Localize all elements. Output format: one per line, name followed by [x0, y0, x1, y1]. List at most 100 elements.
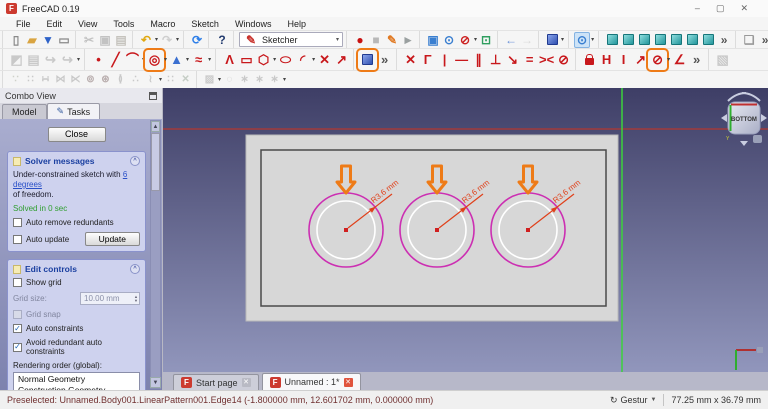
constraints-overflow-chevron[interactable]: »	[688, 51, 705, 69]
draw-style-icon-caret[interactable]: ▾	[474, 36, 477, 43]
undo-icon-caret[interactable]: ▾	[155, 36, 158, 43]
avoid-redundant-checkbox[interactable]: ✓	[13, 343, 22, 352]
tab-model[interactable]: Model	[2, 104, 47, 119]
tab-tasks[interactable]: ✎ Tasks	[47, 103, 101, 119]
nav-mini-cube[interactable]	[753, 135, 762, 143]
zoom-selection-icon[interactable]: ⊙	[441, 32, 457, 48]
zoom-tool-icon[interactable]: ⊙	[574, 32, 590, 48]
menu-file[interactable]: File	[8, 19, 39, 29]
constrain-vertical-distance-icon[interactable]: I	[615, 51, 632, 69]
box-zoom-icon[interactable]: ▣	[425, 32, 441, 48]
trim-edge-icon[interactable]: ✕	[316, 51, 333, 69]
bspline-multiplicity-icon[interactable]: ⋉	[68, 72, 83, 87]
create-slot-icon[interactable]: ⬭	[277, 51, 294, 69]
create-polygon-icon[interactable]: ⬡	[255, 51, 272, 69]
constrain-symmetric-icon[interactable]: ><	[538, 51, 555, 69]
create-bspline-icon[interactable]: ≈	[190, 51, 207, 69]
leave-sketch-icon[interactable]: ◩	[8, 51, 25, 69]
geometry-overflow-chevron[interactable]: »	[376, 51, 393, 69]
constrain-horizontal-icon[interactable]: —	[453, 51, 470, 69]
sketch-plate-face[interactable]	[246, 135, 618, 321]
create-bspline-icon-caret[interactable]: ▾	[208, 56, 211, 63]
circle-center-point[interactable]	[526, 228, 530, 232]
tab-start-page[interactable]: F Start page ✕	[173, 374, 259, 390]
circle-center-point[interactable]	[435, 228, 439, 232]
redo-icon-caret[interactable]: ▾	[176, 36, 179, 43]
undo-icon[interactable]: ↶	[138, 32, 154, 48]
constrain-coincident-icon[interactable]: ✕	[402, 51, 419, 69]
menu-edit[interactable]: Edit	[39, 19, 71, 29]
3d-viewport[interactable]: R3.6 mmR3.6 mmR3.6 mm BOTTOM Y	[163, 88, 768, 372]
close-sketch-button[interactable]: Close	[48, 127, 106, 142]
macro-edit-icon[interactable]: ✎	[384, 32, 400, 48]
view-sketch-icon[interactable]: ▤	[25, 51, 42, 69]
constrain-point-on-object-icon[interactable]: Γ	[419, 51, 436, 69]
create-conic-icon-caret[interactable]: ▾	[186, 56, 189, 63]
menu-help[interactable]: Help	[279, 19, 314, 29]
create-polyline-icon[interactable]: Λ	[221, 51, 238, 69]
bspline-knots-icon[interactable]: ⋈	[53, 72, 68, 87]
select-elements-icon-caret[interactable]: ▾	[218, 76, 221, 83]
spin-arrows-icon[interactable]: ▲▼	[134, 293, 138, 304]
nav-forward-icon[interactable]: →	[519, 32, 535, 48]
switch-virtual-space-2-icon[interactable]: ∗	[252, 72, 267, 87]
create-polygon-icon-caret[interactable]: ▾	[273, 56, 276, 63]
create-line-icon[interactable]: ╱	[107, 51, 124, 69]
dock-float-icon[interactable]	[149, 92, 157, 100]
update-button[interactable]: Update	[85, 232, 140, 246]
close-button[interactable]: ✕	[740, 3, 748, 14]
insert-knot-icon[interactable]: ✕	[178, 72, 193, 87]
print-icon[interactable]: ▭	[56, 32, 72, 48]
scroll-thumb[interactable]	[151, 133, 160, 191]
rendering-order-list[interactable]: Normal Geometry Construction Geometry Ex…	[13, 372, 140, 390]
open-document-icon[interactable]: ▰	[24, 32, 40, 48]
panel-scrollbar[interactable]: ▲ ▼	[150, 120, 161, 389]
copy-icon[interactable]: ▣	[97, 32, 113, 48]
menu-windows[interactable]: Windows	[227, 19, 280, 29]
right-view-icon[interactable]	[652, 32, 668, 48]
bspline-polygon-icon[interactable]: ∷	[23, 72, 38, 87]
constrain-tangent-icon[interactable]: ↘	[504, 51, 521, 69]
select-elements-icon[interactable]: ▨	[202, 72, 217, 87]
scroll-down-icon[interactable]: ▼	[150, 377, 161, 388]
create-circle-icon-caret[interactable]: ▾	[164, 56, 167, 63]
constrain-parallel-icon[interactable]: ∥	[470, 51, 487, 69]
macro-stop-icon[interactable]: ■	[368, 32, 384, 48]
toggle-construction-icon[interactable]: ▧	[714, 51, 731, 69]
fit-selection-icon[interactable]: ⊡	[478, 32, 494, 48]
tab-unnamed-document[interactable]: F Unnamed : 1* ✕	[262, 373, 361, 390]
show-grid-checkbox[interactable]	[13, 278, 22, 287]
create-conic-icon[interactable]: ▲	[168, 51, 185, 69]
menu-view[interactable]: View	[70, 19, 105, 29]
menu-macro[interactable]: Macro	[142, 19, 183, 29]
cut-icon[interactable]: ✂	[81, 32, 97, 48]
convert-to-bspline-icon[interactable]: ⊛	[98, 72, 113, 87]
views-overflow-chevron[interactable]: »	[716, 32, 732, 48]
create-arc-icon[interactable]: ⌒	[124, 51, 141, 69]
increase-knot-multiplicity-icon-caret[interactable]: ▾	[159, 76, 162, 83]
zoom-tool-icon-caret[interactable]: ▾	[591, 36, 594, 43]
constrain-equal-icon[interactable]: =	[521, 51, 538, 69]
paste-icon[interactable]: ▤	[113, 32, 129, 48]
constrain-radius-icon-caret[interactable]: ▾	[667, 56, 670, 63]
decrease-knot-multiplicity-icon[interactable]: ∷	[163, 72, 178, 87]
list-item[interactable]: Normal Geometry	[18, 374, 135, 385]
increase-knot-multiplicity-icon[interactable]: ≀	[143, 72, 158, 87]
switch-virtual-space-3-icon[interactable]: ∗	[267, 72, 282, 87]
constrain-radius-icon[interactable]: ⊘	[649, 51, 666, 69]
circle-center-point[interactable]	[344, 228, 348, 232]
tab-close-icon[interactable]: ✕	[344, 378, 353, 387]
create-fillet-icon[interactable]: ◜	[294, 51, 311, 69]
tab-close-icon[interactable]: ✕	[242, 378, 251, 387]
select-origin-icon[interactable]: ◌	[222, 72, 237, 87]
axonometric-view-icon-caret[interactable]: ▾	[561, 36, 564, 43]
grid-size-spinbox[interactable]: 10.00 mm ▲▼	[80, 292, 140, 305]
sync-view-icon[interactable]: ❏	[741, 32, 757, 48]
create-point-icon[interactable]: •	[90, 51, 107, 69]
collapse-chevron-icon[interactable]: ^	[130, 264, 140, 274]
auto-update-checkbox[interactable]	[13, 235, 22, 244]
menu-tools[interactable]: Tools	[105, 19, 142, 29]
axonometric-view-icon[interactable]	[544, 32, 560, 48]
minimize-button[interactable]: –	[695, 3, 700, 14]
increase-degree-icon[interactable]: ≬	[113, 72, 128, 87]
